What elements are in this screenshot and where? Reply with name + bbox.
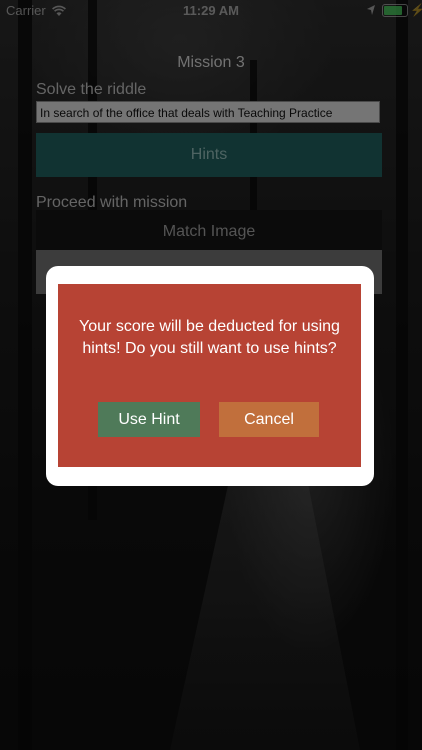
cancel-button[interactable]: Cancel	[219, 402, 319, 437]
hint-confirm-dialog: Your score will be deducted for using hi…	[46, 266, 374, 486]
use-hint-button[interactable]: Use Hint	[98, 402, 200, 437]
dialog-panel: Your score will be deducted for using hi…	[58, 284, 361, 467]
dialog-message: Your score will be deducted for using hi…	[79, 318, 340, 357]
